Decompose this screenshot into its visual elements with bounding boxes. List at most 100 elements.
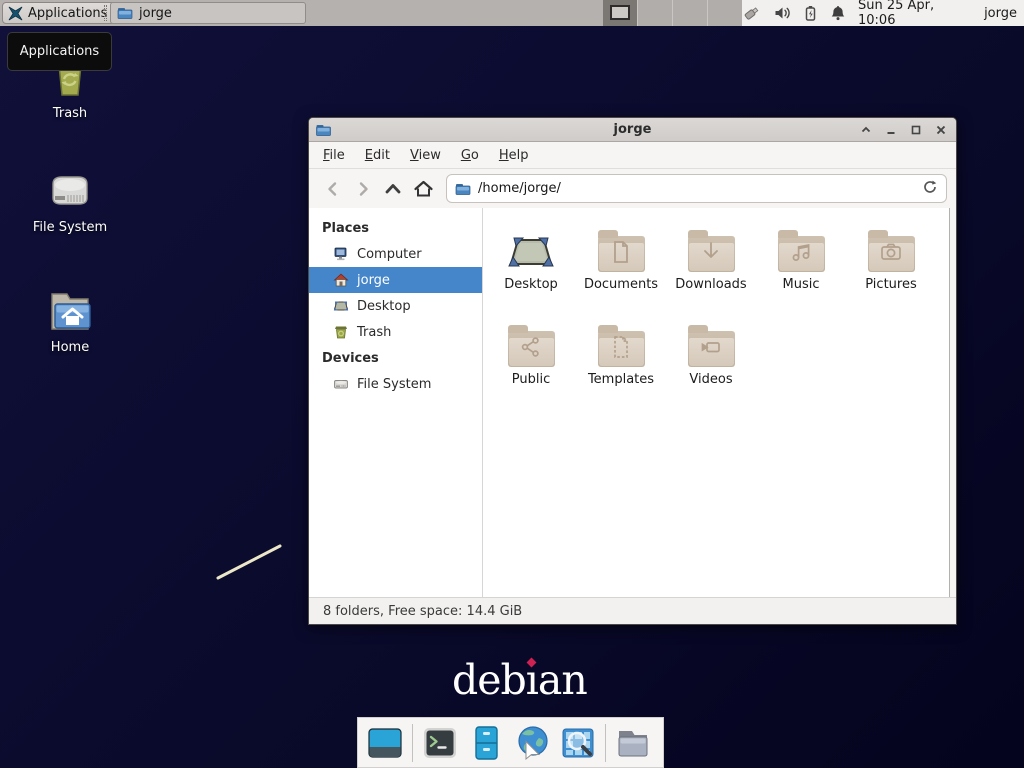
web-browser-launcher[interactable] <box>513 723 551 763</box>
file-label: Music <box>783 277 820 292</box>
file-label: Pictures <box>865 277 916 292</box>
file-label: Documents <box>584 277 658 292</box>
folder-templates-icon <box>598 331 645 367</box>
hard-drive-icon <box>333 376 349 392</box>
clock[interactable]: Sun 25 Apr, 10:06 <box>858 0 972 28</box>
sidebar-item-trash[interactable]: Trash <box>309 319 482 345</box>
back-button[interactable] <box>318 175 348 203</box>
menu-view[interactable]: View <box>410 148 441 163</box>
file-label: Downloads <box>675 277 746 292</box>
toolbar: /home/jorge/ <box>309 169 956 208</box>
application-finder-launcher[interactable] <box>559 723 597 763</box>
folder-shortcut[interactable] <box>614 723 652 763</box>
menu-help[interactable]: Help <box>499 148 529 163</box>
computer-icon <box>333 246 349 262</box>
window-folder-icon <box>315 122 332 138</box>
minimize-button[interactable] <box>884 124 897 137</box>
sidebar-item-label: File System <box>357 377 431 392</box>
statusbar: 8 folders, Free space: 14.4 GiB <box>309 597 956 624</box>
desktop-icon-label: Trash <box>53 106 87 121</box>
close-button[interactable] <box>934 124 947 137</box>
desktop-icon-home[interactable]: Home <box>25 288 115 355</box>
reload-button[interactable] <box>922 179 938 199</box>
desktop-icon-label: File System <box>33 220 107 235</box>
workspace-2[interactable] <box>637 0 672 26</box>
file-label: Public <box>512 372 550 387</box>
folder-downloads-icon <box>688 236 735 272</box>
dock-separator <box>605 724 606 762</box>
folder-videos-icon <box>688 331 735 367</box>
desktop-special-icon <box>507 232 555 272</box>
workspace-1[interactable] <box>603 0 637 26</box>
home-button[interactable] <box>408 175 438 203</box>
shade-button[interactable] <box>859 124 872 137</box>
stray-line-artifact <box>205 538 287 586</box>
dock-separator <box>412 724 413 762</box>
file-view: Desktop Documents <box>483 208 956 597</box>
workspace-4[interactable] <box>707 0 742 26</box>
workspace-3[interactable] <box>672 0 707 26</box>
file-label: Desktop <box>504 277 558 292</box>
folder-public-icon <box>508 331 555 367</box>
applications-label: Applications <box>28 6 107 21</box>
file-item-templates[interactable]: Templates <box>576 319 666 414</box>
username-item[interactable]: jorge <box>984 6 1017 21</box>
applications-tooltip: Applications <box>7 32 112 71</box>
menu-file[interactable]: File <box>323 148 345 163</box>
sidebar-item-label: Desktop <box>357 299 411 314</box>
taskbar-window-button[interactable]: jorge <box>110 2 306 24</box>
sidebar-item-file-system[interactable]: File System <box>309 371 482 397</box>
show-desktop-button[interactable] <box>366 723 404 763</box>
tooltip-text: Applications <box>20 44 99 59</box>
hard-drive-icon <box>46 170 94 214</box>
workspace-window-miniature <box>610 5 630 20</box>
sidebar-item-desktop[interactable]: Desktop <box>309 293 482 319</box>
sidebar-item-jorge[interactable]: jorge <box>309 267 482 293</box>
statusbar-text: 8 folders, Free space: 14.4 GiB <box>323 604 522 619</box>
menu-edit[interactable]: Edit <box>365 148 390 163</box>
desktop-icon-label: Home <box>51 340 89 355</box>
file-item-desktop[interactable]: Desktop <box>486 224 576 319</box>
sidebar: Places Computer jorge <box>309 208 483 597</box>
file-item-music[interactable]: Music <box>756 224 846 319</box>
file-item-pictures[interactable]: Pictures <box>846 224 936 319</box>
battery-charging-icon[interactable] <box>803 5 818 22</box>
removable-media-icon[interactable] <box>742 4 762 22</box>
file-label: Videos <box>689 372 732 387</box>
bottom-dock <box>357 717 664 768</box>
file-item-public[interactable]: Public <box>486 319 576 414</box>
up-button[interactable] <box>378 175 408 203</box>
applications-menu-button[interactable]: Applications <box>2 2 115 24</box>
sidebar-item-computer[interactable]: Computer <box>309 241 482 267</box>
terminal-launcher[interactable] <box>421 723 459 763</box>
path-entry[interactable]: /home/jorge/ <box>446 174 947 203</box>
home-folder-icon <box>46 288 94 334</box>
maximize-button[interactable] <box>909 124 922 137</box>
menu-go[interactable]: Go <box>461 148 479 163</box>
debian-logo: debıan <box>452 656 587 704</box>
taskbar-window-label: jorge <box>139 6 172 21</box>
folder-music-icon <box>778 236 825 272</box>
xfce-logo-icon <box>8 6 23 21</box>
folder-documents-icon <box>598 236 645 272</box>
titlebar[interactable]: jorge <box>309 118 956 142</box>
sidebar-item-label: jorge <box>357 273 390 288</box>
file-item-videos[interactable]: Videos <box>666 319 756 414</box>
menubar: File Edit View Go Help <box>309 142 956 169</box>
volume-icon[interactable] <box>774 5 791 21</box>
top-panel: Applications jorge <box>0 0 1024 26</box>
scrollbar-track <box>949 208 956 597</box>
file-item-downloads[interactable]: Downloads <box>666 224 756 319</box>
desktop-icon-file-system[interactable]: File System <box>25 170 115 235</box>
file-item-documents[interactable]: Documents <box>576 224 666 319</box>
desktop-icon <box>333 298 349 314</box>
notifications-bell-icon[interactable] <box>830 5 846 22</box>
devices-header: Devices <box>309 345 482 371</box>
folder-icon <box>117 5 133 21</box>
file-manager-launcher[interactable] <box>467 723 505 763</box>
workspace-switcher <box>603 0 742 26</box>
forward-button[interactable] <box>348 175 378 203</box>
path-folder-icon <box>455 181 471 197</box>
file-manager-window: jorge File Edit View Go Help <box>308 117 957 625</box>
path-text: /home/jorge/ <box>478 181 915 196</box>
